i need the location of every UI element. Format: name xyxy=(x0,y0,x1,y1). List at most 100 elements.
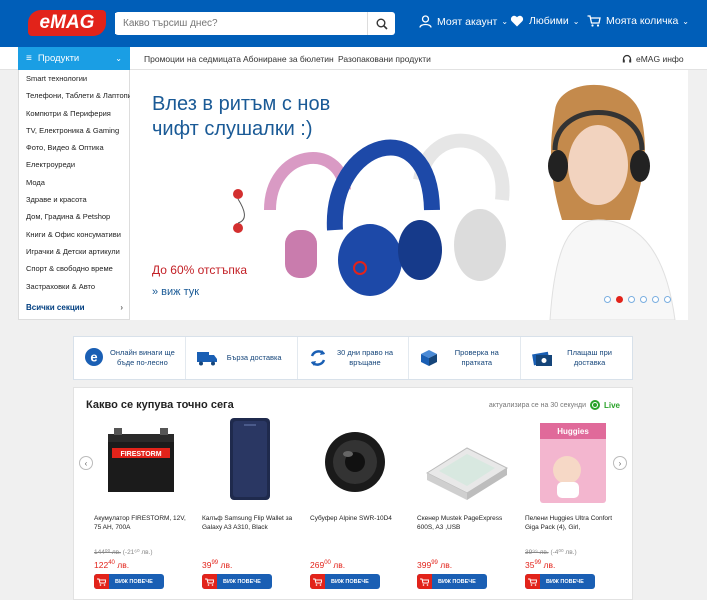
feature-returns-text: 30 дни право на връщане xyxy=(336,348,394,367)
product-price: 12240 лв. xyxy=(94,560,129,570)
cart-icon xyxy=(587,15,601,27)
banner-title: Влез в ритъм с нов чифт слушалки :) xyxy=(152,92,330,142)
carousel-dot[interactable] xyxy=(628,296,635,303)
weekly-promos-link[interactable]: Промоции на седмицата xyxy=(144,54,241,64)
refresh-text: актуализира се на 30 секунди xyxy=(488,401,586,409)
carousel-prev-button[interactable]: ‹ xyxy=(79,456,93,470)
box-icon xyxy=(421,350,438,366)
carousel-dot[interactable] xyxy=(664,296,671,303)
hamburger-icon: ≡ xyxy=(26,53,32,64)
hero-banner[interactable]: Влез в ритъм с нов чифт слушалки :) До 6… xyxy=(130,70,688,320)
chevron-left-icon: ‹ xyxy=(84,458,88,468)
product-card[interactable]: FIRESTORM Акумулатор FIRESTORM, 12V, 75 … xyxy=(94,418,194,589)
view-more-button[interactable]: ВИЖ ПОВЕЧЕ xyxy=(525,574,595,589)
feature-online[interactable]: e Онлайн винаги ще бъде по-лесно xyxy=(74,337,186,379)
view-more-button[interactable]: ВИЖ ПОВЕЧЕ xyxy=(310,574,380,589)
product-card[interactable]: Huggies Пелени Huggies Ultra Confort Gig… xyxy=(525,418,625,589)
favorites-menu[interactable]: Любими ⌄ xyxy=(510,15,579,27)
category-item[interactable]: Фото, Видео & Оптика xyxy=(19,139,129,156)
feature-inspect-parcel-text: Проверка на пратката xyxy=(454,348,499,367)
newsletter-link[interactable]: Абониране за бюлетин xyxy=(243,54,334,64)
truck-icon xyxy=(196,352,217,366)
cart-menu[interactable]: Моята количка ⌄ xyxy=(587,15,689,27)
banner-discount: До 60% отстъпка xyxy=(152,263,248,277)
banner-more-link[interactable]: » виж тук xyxy=(152,286,199,298)
emag-info-label: eMAG инфо xyxy=(636,54,684,64)
category-item[interactable]: Мода xyxy=(19,174,129,191)
category-item[interactable]: Играчки & Детски артикули xyxy=(19,243,129,260)
search-input[interactable] xyxy=(115,13,367,34)
view-more-label: ВИЖ ПОВЕЧЕ xyxy=(223,578,261,585)
emag-info-link[interactable]: eMAG инфо xyxy=(622,54,684,64)
price-cents: 99 xyxy=(211,560,219,567)
category-item[interactable]: Дом, Градина & Petshop xyxy=(19,208,129,225)
account-menu[interactable]: Моят акаунт ⌄ xyxy=(419,15,508,28)
product-name[interactable]: Пелени Huggies Ultra Confort Giga Pack (… xyxy=(525,514,625,532)
search-button[interactable] xyxy=(367,12,395,35)
product-name[interactable]: Субуфер Alpine SWR-10D4 xyxy=(310,514,410,523)
svg-text:e: e xyxy=(90,350,97,365)
car-battery-image: FIRESTORM xyxy=(108,428,174,492)
category-item[interactable]: Спорт & свободно време xyxy=(19,260,129,277)
price-currency: лв. xyxy=(440,560,453,570)
trending-products: Какво се купува точно сега актуализира с… xyxy=(73,387,633,600)
view-more-button[interactable]: ВИЖ ПОВЕЧЕ xyxy=(94,574,164,589)
products-menu-button[interactable]: ≡ Продукти ⌄ xyxy=(18,47,130,70)
product-name[interactable]: Калъф Samsung Flip Wallet за Galaxy A3 A… xyxy=(202,514,302,532)
category-item[interactable]: TV, Електроника & Gaming xyxy=(19,122,129,139)
price-integer: 269 xyxy=(310,560,325,570)
price-cents: 99 xyxy=(431,560,438,567)
carousel-dot[interactable] xyxy=(616,296,623,303)
search-bar xyxy=(115,12,395,35)
discount-value: (-21⁶⁰ лв.) xyxy=(122,549,153,556)
category-item[interactable]: Телефони, Таблети & Лаптопи xyxy=(19,87,132,104)
chevron-down-icon: ⌄ xyxy=(682,16,689,26)
price-cents: 99 xyxy=(534,560,542,567)
product-name[interactable]: Акумулатор FIRESTORM, 12V, 75 AH, 700A xyxy=(94,514,194,532)
banner-title-line2: чифт слушалки :) xyxy=(152,118,313,140)
product-card[interactable]: Субуфер Alpine SWR-10D4 26900 лв. ВИЖ ПО… xyxy=(310,418,410,589)
category-item[interactable]: Електроуреди xyxy=(19,156,129,173)
view-more-label: ВИЖ ПОВЕЧЕ xyxy=(438,578,476,585)
feature-inspect-parcel[interactable]: Проверка на пратката xyxy=(409,337,522,379)
emag-logo[interactable]: eMAG xyxy=(28,10,106,36)
old-price-value: 144⁰⁰ лв. xyxy=(94,549,121,556)
carousel-dot[interactable] xyxy=(604,296,611,303)
scanner-image xyxy=(425,447,509,500)
old-price-value: 39⁹⁹ лв. xyxy=(525,549,549,556)
all-sections-link[interactable]: Всички секции › xyxy=(19,295,129,312)
price-currency: лв. xyxy=(220,560,233,570)
chevron-down-icon: ⌄ xyxy=(115,54,122,63)
product-card[interactable]: Скенер Mustek PageExpress 600S, A3 ,USB … xyxy=(417,418,517,589)
subwoofer-image xyxy=(325,432,385,492)
carousel-dot[interactable] xyxy=(652,296,659,303)
phone-case-image xyxy=(230,418,270,500)
unboxed-products-link[interactable]: Разопаковани продукти xyxy=(338,54,431,64)
features-bar: e Онлайн винаги ще бъде по-лесно Бърза д… xyxy=(73,336,633,380)
price-cents: 40 xyxy=(108,560,115,567)
product-card[interactable]: Калъф Samsung Flip Wallet за Galaxy A3 A… xyxy=(202,418,302,589)
chevron-right-icon: › xyxy=(120,302,123,312)
trending-title: Какво се купува точно сега xyxy=(86,399,234,411)
cart-icon xyxy=(417,574,432,589)
product-price: 26900 лв. xyxy=(310,560,345,570)
product-name[interactable]: Скенер Mustek PageExpress 600S, A3 ,USB xyxy=(417,514,517,532)
all-sections-label: Всички секции xyxy=(26,302,85,312)
carousel-dot[interactable] xyxy=(640,296,647,303)
cart-icon xyxy=(202,574,217,589)
view-more-button[interactable]: ВИЖ ПОВЕЧЕ xyxy=(202,574,272,589)
feature-cash-on-delivery-text: Плащаш при доставка xyxy=(567,348,612,367)
category-item[interactable]: Здраве и красота xyxy=(19,191,129,208)
carousel-dots xyxy=(604,296,671,303)
category-item[interactable]: Застраховки & Авто xyxy=(19,278,129,295)
feature-cash-on-delivery[interactable]: Плащаш при доставка xyxy=(521,337,632,379)
feature-fast-delivery[interactable]: Бърза доставка xyxy=(186,337,298,379)
feature-returns[interactable]: 30 дни право на връщане xyxy=(298,337,410,379)
view-more-button[interactable]: ВИЖ ПОВЕЧЕ xyxy=(417,574,487,589)
category-item[interactable]: Smart технологии xyxy=(19,70,129,87)
heart-icon xyxy=(510,15,524,27)
view-more-label: ВИЖ ПОВЕЧЕ xyxy=(331,578,369,585)
category-item[interactable]: Книги & Офис консумативи xyxy=(19,226,129,243)
category-item[interactable]: Компютри & Периферия xyxy=(19,105,129,122)
diapers-pack-image: Huggies xyxy=(540,423,606,503)
